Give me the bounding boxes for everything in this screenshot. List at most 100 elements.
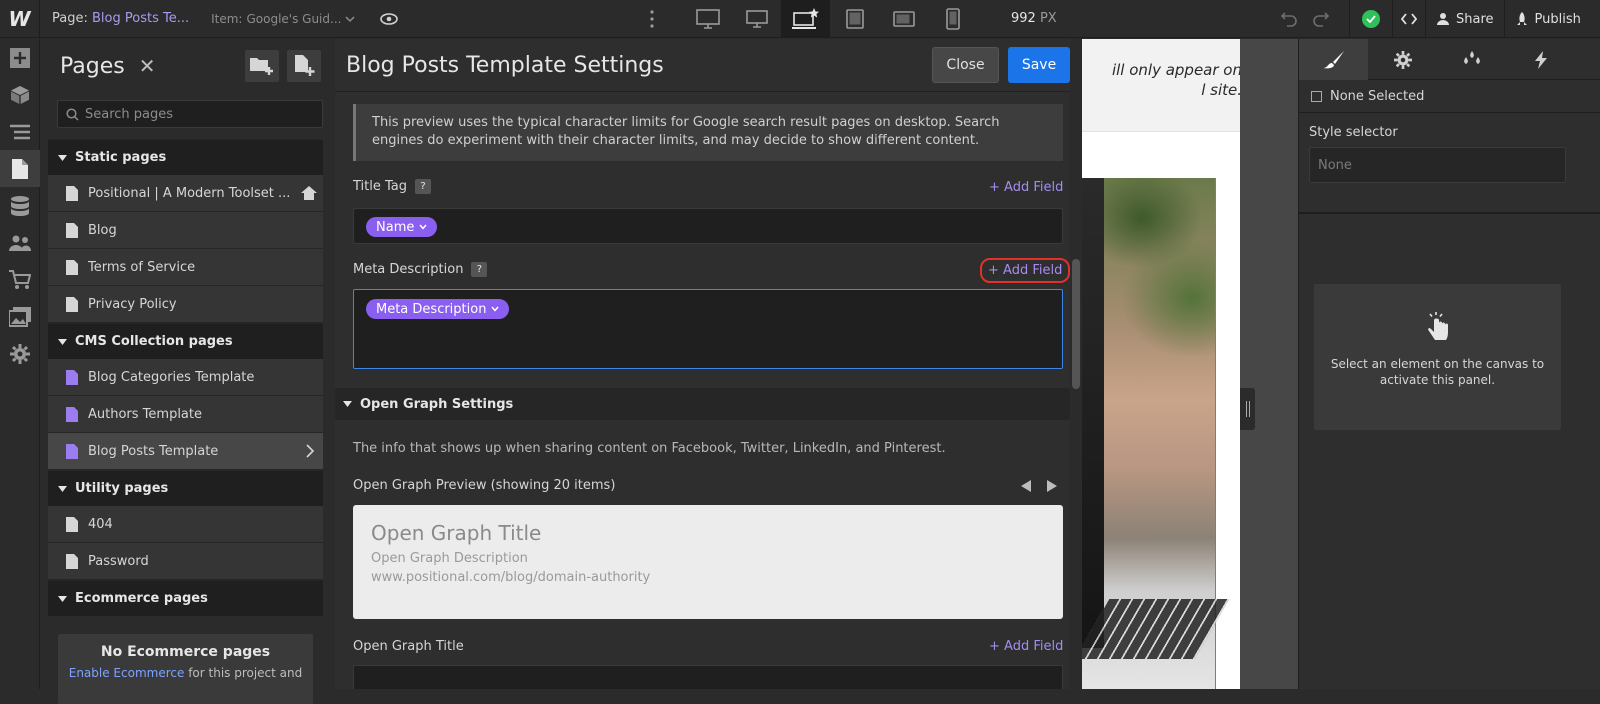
pages-tree: Static pages Positional | A Modern Tools… [48, 139, 323, 704]
settings-button[interactable] [0, 335, 40, 372]
assets-button[interactable] [0, 298, 40, 335]
page-item-terms[interactable]: Terms of Service [48, 249, 323, 286]
cms-button[interactable] [0, 187, 40, 224]
help-icon[interactable]: ? [415, 179, 431, 194]
page-selector[interactable]: Page: Blog Posts Te... [52, 11, 189, 26]
code-export-icon[interactable] [1393, 0, 1425, 38]
separator [1349, 0, 1350, 38]
tab-style[interactable] [1299, 39, 1368, 80]
breakpoint-desktop-large[interactable] [732, 0, 781, 38]
settings-scrollbar[interactable] [1070, 39, 1082, 689]
og-preview-title: Open Graph Title [371, 521, 542, 545]
symbols-button[interactable] [0, 76, 40, 113]
pages-scrollbar[interactable] [323, 39, 335, 689]
next-arrow-icon[interactable] [1047, 480, 1057, 492]
tab-interactions[interactable] [1506, 39, 1575, 80]
breakpoint-desktop-xl[interactable] [683, 0, 732, 38]
breakpoint-desktop-base[interactable] [781, 0, 830, 38]
more-options-icon[interactable] [650, 9, 654, 29]
title-tag-add-field-button[interactable]: + Add Field [989, 180, 1063, 195]
group-ecommerce-pages[interactable]: Ecommerce pages [48, 580, 323, 616]
divider [1299, 112, 1600, 113]
search-pages-input[interactable] [85, 106, 305, 122]
undo-icon[interactable] [1280, 9, 1298, 27]
add-elements-button[interactable] [0, 39, 40, 76]
ecommerce-empty-text: Enable Ecommerce for this project and [58, 666, 313, 680]
close-button[interactable]: Close [932, 47, 999, 83]
open-graph-section-header[interactable]: Open Graph Settings [335, 388, 1070, 420]
style-selector-label: Style selector [1309, 125, 1398, 140]
title-tag-name-chip[interactable]: Name [366, 217, 438, 237]
lightning-icon [1534, 50, 1547, 69]
page-item-privacy[interactable]: Privacy Policy [48, 286, 323, 323]
tab-element-settings[interactable] [1368, 39, 1437, 80]
chevron-right-icon[interactable] [303, 444, 317, 458]
group-static-pages[interactable]: Static pages [48, 139, 323, 175]
publish-button[interactable]: Publish [1505, 0, 1591, 38]
ecommerce-button[interactable] [0, 261, 40, 298]
page-item-404[interactable]: 404 [48, 506, 323, 543]
save-button[interactable]: Save [1008, 47, 1070, 83]
page-item-blog-categories[interactable]: Blog Categories Template [48, 359, 323, 396]
help-icon[interactable]: ? [471, 262, 488, 277]
search-pages-field[interactable] [57, 100, 323, 128]
none-selected-row[interactable]: None Selected [1311, 89, 1424, 104]
pages-header: Pages ✕ [48, 39, 323, 93]
item-prefix: Item: [211, 11, 243, 26]
design-canvas[interactable]: ill only appear on l site. [1082, 39, 1240, 689]
page-icon [66, 296, 78, 312]
breakpoint-mobile-landscape[interactable] [879, 0, 928, 38]
page-item-blog-posts[interactable]: Blog Posts Template [48, 433, 323, 470]
caret-down-icon [343, 401, 352, 407]
group-cms-pages[interactable]: CMS Collection pages [48, 323, 323, 359]
preview-eye-icon[interactable] [379, 9, 399, 29]
page-item-label: Blog Categories Template [88, 369, 255, 385]
item-selector[interactable]: Item: Google's Guid... [211, 12, 355, 26]
page-item-home[interactable]: Positional | A Modern Toolset ... [48, 175, 323, 212]
monitor-icon [745, 10, 768, 28]
selection-checkbox[interactable] [1311, 91, 1322, 102]
webflow-logo[interactable]: W [0, 0, 40, 38]
redo-icon[interactable] [1312, 9, 1330, 27]
group-utility-pages[interactable]: Utility pages [48, 470, 323, 506]
page-item-blog[interactable]: Blog [48, 212, 323, 249]
share-button[interactable]: Share [1426, 0, 1504, 38]
meta-description-add-field-button[interactable]: + Add Field [980, 258, 1070, 283]
canvas-notice-line-1: ill only appear on [1111, 61, 1240, 79]
scrollbar-thumb[interactable] [1072, 259, 1080, 389]
breakpoint-tablet[interactable] [830, 0, 879, 38]
canvas-width-readout[interactable]: 992 PX [1011, 11, 1057, 26]
title-tag-field[interactable]: Name [353, 208, 1063, 244]
add-folder-button[interactable] [245, 50, 279, 82]
navigator-button[interactable] [0, 113, 40, 150]
resize-handle[interactable] [1240, 388, 1255, 430]
empty-selection-panel: Select an element on the canvas to activ… [1314, 284, 1561, 430]
gear-icon [10, 343, 30, 364]
chevron-down-icon [491, 306, 500, 312]
add-page-button[interactable] [287, 50, 321, 82]
pages-button[interactable] [0, 150, 40, 187]
meta-description-field[interactable]: Meta Description [353, 289, 1063, 369]
breakpoint-mobile-portrait[interactable] [928, 0, 977, 38]
group-label: Static pages [75, 150, 167, 165]
canvas-gutter [1240, 39, 1298, 689]
users-button[interactable] [0, 224, 40, 261]
enable-ecommerce-link[interactable]: Enable Ecommerce [69, 666, 185, 680]
page-item-password[interactable]: Password [48, 543, 323, 580]
preview-pager [1021, 480, 1057, 492]
open-graph-title-field[interactable] [353, 665, 1063, 689]
site-status-check-icon[interactable] [1362, 10, 1380, 28]
prev-arrow-icon[interactable] [1021, 480, 1031, 492]
canvas-notice: ill only appear on l site. [1082, 39, 1240, 132]
breakpoint-toolbar [683, 0, 977, 38]
close-icon[interactable]: ✕ [139, 54, 156, 78]
page-item-authors[interactable]: Authors Template [48, 396, 323, 433]
page-item-label: Terms of Service [88, 259, 196, 275]
style-selector-input[interactable]: None [1309, 147, 1566, 183]
meta-description-chip[interactable]: Meta Description [366, 299, 510, 319]
canvas-width-value: 992 [1011, 11, 1036, 26]
page-item-label: Positional | A Modern Toolset ... [88, 185, 291, 201]
tab-style-manager[interactable] [1437, 39, 1506, 80]
og-title-add-field-button[interactable]: + Add Field [989, 639, 1063, 654]
ecommerce-empty-state: No Ecommerce pages Enable Ecommerce for … [58, 634, 313, 704]
